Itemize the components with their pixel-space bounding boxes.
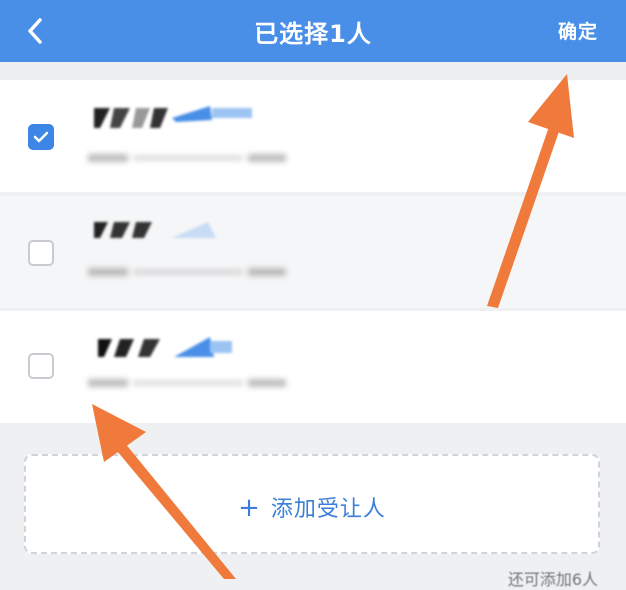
checkbox-unchecked[interactable] <box>28 240 54 266</box>
plus-icon: + <box>238 493 261 523</box>
redacted-detail <box>88 379 286 387</box>
redacted-name <box>94 106 252 128</box>
redacted-detail <box>88 268 286 276</box>
list-item[interactable] <box>0 311 626 423</box>
top-nav-bar: 已选择1人 确定 <box>0 0 626 62</box>
redacted-name <box>94 222 216 238</box>
header-gap <box>0 62 626 80</box>
page-title: 已选择1人 <box>254 20 372 48</box>
add-recipient-button[interactable]: + 添加受让人 <box>24 454 600 554</box>
remaining-count-hint: 还可添加6人 <box>507 570 598 589</box>
redacted-detail <box>88 154 286 162</box>
check-icon <box>33 131 49 143</box>
checkbox-checked[interactable] <box>28 124 54 150</box>
add-recipient-text: 添加受让人 <box>270 497 386 522</box>
checkbox-unchecked[interactable] <box>28 353 54 379</box>
list-item[interactable] <box>0 196 626 308</box>
list-item[interactable] <box>0 80 626 192</box>
confirm-button[interactable]: 确定 <box>558 17 598 44</box>
redacted-name <box>98 337 232 357</box>
add-recipient-label: + 添加受让人 <box>26 491 598 523</box>
